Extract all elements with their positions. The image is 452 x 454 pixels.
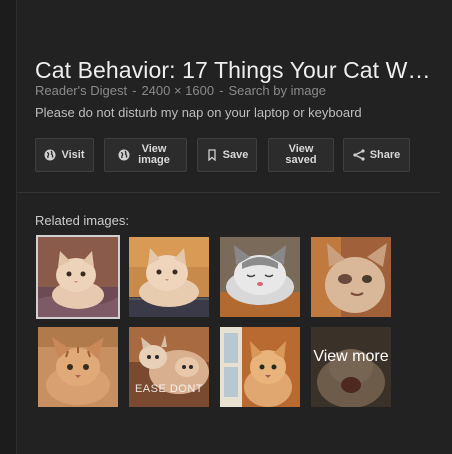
related-thumbnail-7[interactable]: [220, 327, 300, 407]
globe-icon: [118, 149, 130, 161]
related-thumbnail-1[interactable]: [36, 235, 120, 319]
image-preview-panel: Cat Behavior: 17 Things Your Cat W… Read…: [0, 0, 452, 454]
share-button[interactable]: Share: [343, 138, 410, 172]
related-thumbnail-4[interactable]: [311, 237, 391, 317]
visit-button[interactable]: Visit: [35, 138, 94, 172]
thumbnail-caption: EASE DONT: [134, 383, 204, 395]
view-saved-button[interactable]: View saved: [268, 138, 334, 172]
meta-separator: -: [132, 83, 137, 98]
view-more-tile[interactable]: View more: [311, 327, 391, 407]
image-description: Please do not disturb my nap on your lap…: [35, 105, 362, 120]
image-title[interactable]: Cat Behavior: 17 Things Your Cat W…: [35, 57, 435, 84]
share-label: Share: [369, 148, 401, 161]
related-thumbnail-3[interactable]: [220, 237, 300, 317]
globe-icon: [44, 149, 56, 161]
share-icon: [353, 149, 365, 161]
related-thumbnail-6[interactable]: EASE DONT: [129, 327, 209, 407]
view-more-label: View more: [313, 348, 389, 365]
bookmark-icon: [206, 149, 218, 161]
search-by-image-link[interactable]: Search by image: [228, 83, 326, 98]
left-edge-strip: [0, 0, 17, 454]
save-label: Save: [222, 148, 249, 161]
visit-label: Visit: [61, 148, 85, 161]
related-thumbnail-2[interactable]: [129, 237, 209, 317]
view-image-button[interactable]: View image: [104, 138, 187, 172]
image-dimensions: 2400 × 1600: [141, 83, 215, 98]
image-meta: Reader's Digest -2400 × 1600- Search by im…: [35, 83, 326, 98]
view-image-label: View image: [138, 143, 170, 166]
related-thumbnail-5[interactable]: [38, 327, 118, 407]
related-images-heading: Related images:: [35, 213, 129, 228]
view-saved-label: View saved: [285, 143, 317, 166]
view-more-overlay: [311, 327, 391, 407]
save-button[interactable]: Save: [197, 138, 257, 172]
section-divider: [17, 192, 440, 193]
source-name: Reader's Digest: [35, 83, 128, 98]
meta-separator: -: [219, 83, 224, 98]
